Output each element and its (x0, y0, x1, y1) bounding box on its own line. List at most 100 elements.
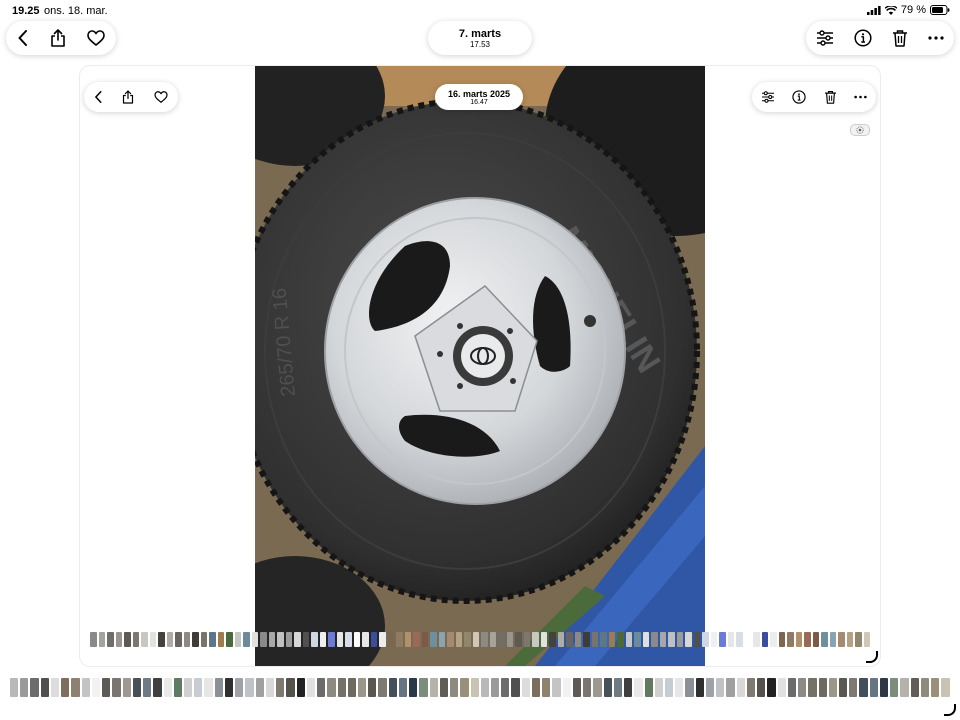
outer-date-title[interactable]: 7. marts 17.53 (428, 21, 532, 55)
thumbnail[interactable] (20, 678, 29, 697)
thumbnail[interactable] (600, 632, 607, 647)
thumbnail[interactable] (413, 632, 420, 647)
thumbnail[interactable] (675, 678, 684, 697)
thumbnail[interactable] (143, 678, 152, 697)
thumbnail[interactable] (50, 678, 60, 697)
thumbnail[interactable] (132, 678, 142, 697)
thumbnail[interactable] (302, 632, 309, 647)
thumbnail[interactable] (345, 632, 352, 647)
thumbnail[interactable] (132, 632, 139, 647)
thumbnail[interactable] (778, 632, 785, 647)
thumbnail[interactable] (804, 632, 811, 647)
thumbnail[interactable] (368, 678, 377, 697)
thumbnail[interactable] (124, 632, 131, 647)
delete-button[interactable] (892, 29, 908, 47)
thumbnail[interactable] (243, 632, 250, 647)
thumbnail[interactable] (370, 632, 377, 647)
thumbnail[interactable] (617, 632, 624, 647)
thumbnail[interactable] (268, 632, 275, 647)
thumbnail[interactable] (665, 678, 674, 697)
thumbnail[interactable] (409, 678, 418, 697)
tire-photo[interactable]: MICHELIN 265/70 R 16 (255, 66, 705, 666)
thumbnail[interactable] (654, 678, 663, 697)
thumbnail[interactable] (455, 632, 462, 647)
inner-back-button[interactable] (94, 91, 103, 103)
thumbnail[interactable] (234, 632, 241, 647)
inner-favorite-button[interactable] (154, 91, 168, 103)
back-button[interactable] (17, 30, 29, 46)
thumbnail[interactable] (566, 632, 573, 647)
thumbnail[interactable] (173, 678, 182, 697)
thumbnail[interactable] (828, 678, 837, 697)
thumbnail[interactable] (676, 632, 683, 647)
thumbnail[interactable] (787, 678, 797, 697)
thumbnail[interactable] (838, 678, 848, 697)
thumbnail[interactable] (421, 632, 428, 647)
thumbnail[interactable] (726, 678, 735, 697)
thumbnail[interactable] (869, 678, 878, 697)
thumbnail[interactable] (634, 632, 641, 647)
thumbnail[interactable] (642, 632, 649, 647)
thumbnail[interactable] (245, 678, 254, 697)
thumbnail[interactable] (81, 678, 90, 697)
thumbnail[interactable] (795, 632, 802, 647)
favorite-button[interactable] (87, 30, 106, 46)
more-button[interactable] (928, 36, 944, 40)
thumbnail[interactable] (634, 678, 643, 697)
thumbnail[interactable] (429, 678, 438, 697)
thumbnail[interactable] (501, 678, 510, 697)
thumbnail[interactable] (829, 632, 836, 647)
thumbnail[interactable] (702, 632, 709, 647)
thumbnail[interactable] (540, 632, 547, 647)
thumbnail[interactable] (357, 678, 367, 697)
thumbnail[interactable] (214, 678, 223, 697)
thumbnail[interactable] (710, 632, 717, 647)
thumbnail[interactable] (112, 678, 121, 697)
thumbnail[interactable] (846, 632, 853, 647)
thumbnail[interactable] (757, 678, 766, 697)
thumbnail[interactable] (562, 678, 571, 697)
thumbnail[interactable] (183, 678, 193, 697)
thumbnail[interactable] (362, 632, 369, 647)
inner-info-button[interactable] (792, 90, 806, 104)
thumbnail[interactable] (319, 632, 326, 647)
thumbnail[interactable] (818, 678, 827, 697)
thumbnail[interactable] (122, 678, 131, 697)
live-photo-badge[interactable] (850, 124, 870, 136)
thumbnail[interactable] (404, 632, 411, 647)
thumbnail[interactable] (163, 678, 172, 697)
thumbnail[interactable] (480, 678, 490, 697)
thumbnail[interactable] (941, 678, 950, 697)
outer-thumbnail-strip[interactable] (10, 678, 950, 697)
thumbnail[interactable] (849, 678, 858, 697)
thumbnail[interactable] (716, 678, 725, 697)
thumbnail[interactable] (506, 632, 513, 647)
thumbnail[interactable] (812, 632, 819, 647)
thumbnail[interactable] (583, 632, 590, 647)
thumbnail[interactable] (532, 632, 539, 647)
thumbnail[interactable] (260, 632, 267, 647)
thumbnail[interactable] (644, 678, 653, 697)
thumbnail[interactable] (736, 678, 745, 697)
thumbnail[interactable] (276, 678, 285, 697)
thumbnail[interactable] (470, 678, 479, 697)
thumbnail[interactable] (10, 678, 19, 697)
thumbnail[interactable] (838, 632, 845, 647)
thumbnail[interactable] (770, 632, 777, 647)
thumbnail[interactable] (603, 678, 612, 697)
thumbnail[interactable] (388, 678, 397, 697)
thumbnail[interactable] (879, 678, 889, 697)
thumbnail[interactable] (439, 678, 449, 697)
thumbnail[interactable] (226, 632, 233, 647)
thumbnail[interactable] (235, 678, 244, 697)
thumbnail[interactable] (175, 632, 182, 647)
thumbnail[interactable] (430, 632, 437, 647)
thumbnail[interactable] (574, 632, 581, 647)
thumbnail[interactable] (296, 678, 305, 697)
thumbnail[interactable] (910, 678, 919, 697)
thumbnail[interactable] (286, 678, 295, 697)
thumbnail[interactable] (591, 632, 598, 647)
thumbnail[interactable] (736, 632, 743, 647)
thumbnail[interactable] (40, 678, 49, 697)
thumbnail[interactable] (489, 632, 496, 647)
